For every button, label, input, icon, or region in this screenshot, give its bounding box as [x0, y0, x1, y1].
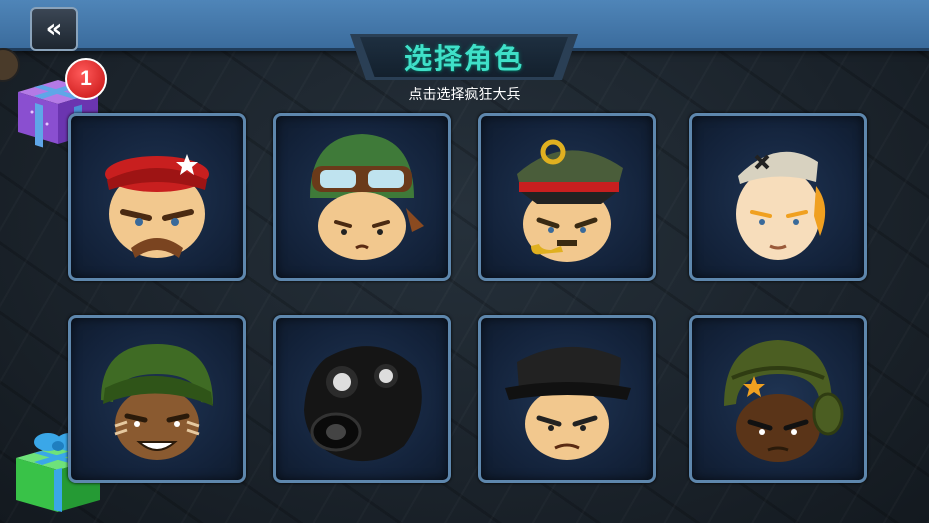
character-card-red-beret[interactable]	[68, 113, 246, 281]
notification-badge: 1	[65, 58, 107, 100]
black-cap-soldier-icon	[505, 346, 631, 460]
character-card-gas-mask[interactable]	[273, 315, 451, 483]
character-card-goggles-helmet[interactable]	[273, 113, 451, 281]
double-chevron-left-icon: «	[45, 14, 63, 44]
red-beret-soldier-icon	[105, 154, 209, 258]
garrison-cap-soldier-icon	[736, 151, 826, 260]
character-card-black-cap[interactable]	[478, 315, 656, 483]
character-card-garrison-cap[interactable]	[689, 113, 867, 281]
green-helmet-soldier-icon	[101, 344, 213, 460]
page-title: 选择角色	[403, 42, 524, 75]
officer-with-pipe-icon	[517, 139, 623, 262]
gas-mask-soldier-icon	[304, 346, 422, 462]
character-card-officer-pipe[interactable]	[478, 113, 656, 281]
character-card-tanker-helmet[interactable]	[689, 315, 867, 483]
back-button[interactable]: «	[30, 7, 78, 51]
page-subtitle: 点击选择疯狂大兵	[408, 87, 521, 103]
goggles-helmet-soldier-icon	[310, 134, 424, 260]
tanker-helmet-soldier-icon	[724, 340, 844, 462]
character-card-green-helmet[interactable]	[68, 315, 246, 483]
title-banner: 选择角色	[360, 37, 568, 77]
